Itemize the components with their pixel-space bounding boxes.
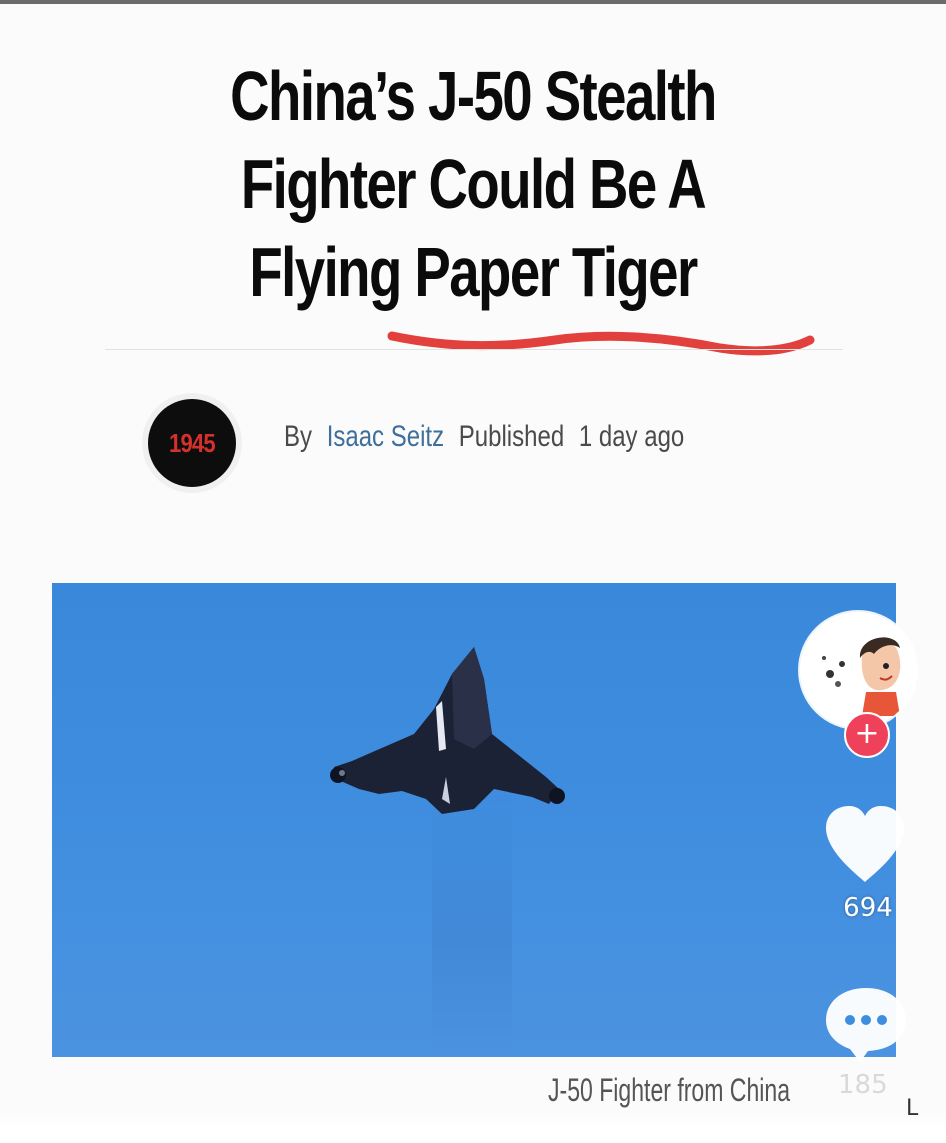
- headline-line-3: Flying Paper Tiger: [249, 233, 698, 311]
- publisher-logo[interactable]: 1945: [142, 393, 242, 493]
- published-time: 1 day ago: [578, 420, 685, 453]
- heart-icon[interactable]: [820, 800, 910, 888]
- comment-count: 185: [838, 1070, 888, 1100]
- cartoon-child-avatar-icon: [800, 612, 916, 728]
- headline-line-2: Fighter Could Be A: [240, 145, 707, 223]
- video-caption: J-50 Fighter from China: [548, 1072, 791, 1108]
- comment-bubble-icon[interactable]: [820, 982, 912, 1066]
- bottom-fade: [0, 1110, 946, 1143]
- author-link[interactable]: Isaac Seitz: [327, 420, 444, 453]
- hero-video-frame[interactable]: [52, 583, 896, 1057]
- red-underline-annotation: [387, 331, 815, 356]
- publisher-logo-badge: 1945: [148, 399, 236, 487]
- corner-glyph: L: [906, 1096, 919, 1121]
- like-count: 694: [843, 893, 893, 923]
- headline-container: China’s J-50 Stealth Fighter Could Be A …: [0, 0, 946, 340]
- follow-plus-button[interactable]: +: [844, 712, 890, 758]
- publisher-logo-text: 1945: [169, 427, 216, 458]
- headline-line-1: China’s J-50 Stealth: [230, 57, 717, 135]
- plus-icon: +: [854, 716, 880, 751]
- creator-avatar[interactable]: [800, 612, 916, 728]
- headline-divider: [105, 349, 843, 350]
- published-label: Published: [458, 420, 565, 453]
- byline-prefix: By: [284, 420, 313, 453]
- byline: By Isaac Seitz Published 1 day ago: [284, 420, 692, 454]
- article-headline: China’s J-50 Stealth Fighter Could Be A …: [213, 52, 732, 316]
- stealth-jet-image: [330, 647, 565, 814]
